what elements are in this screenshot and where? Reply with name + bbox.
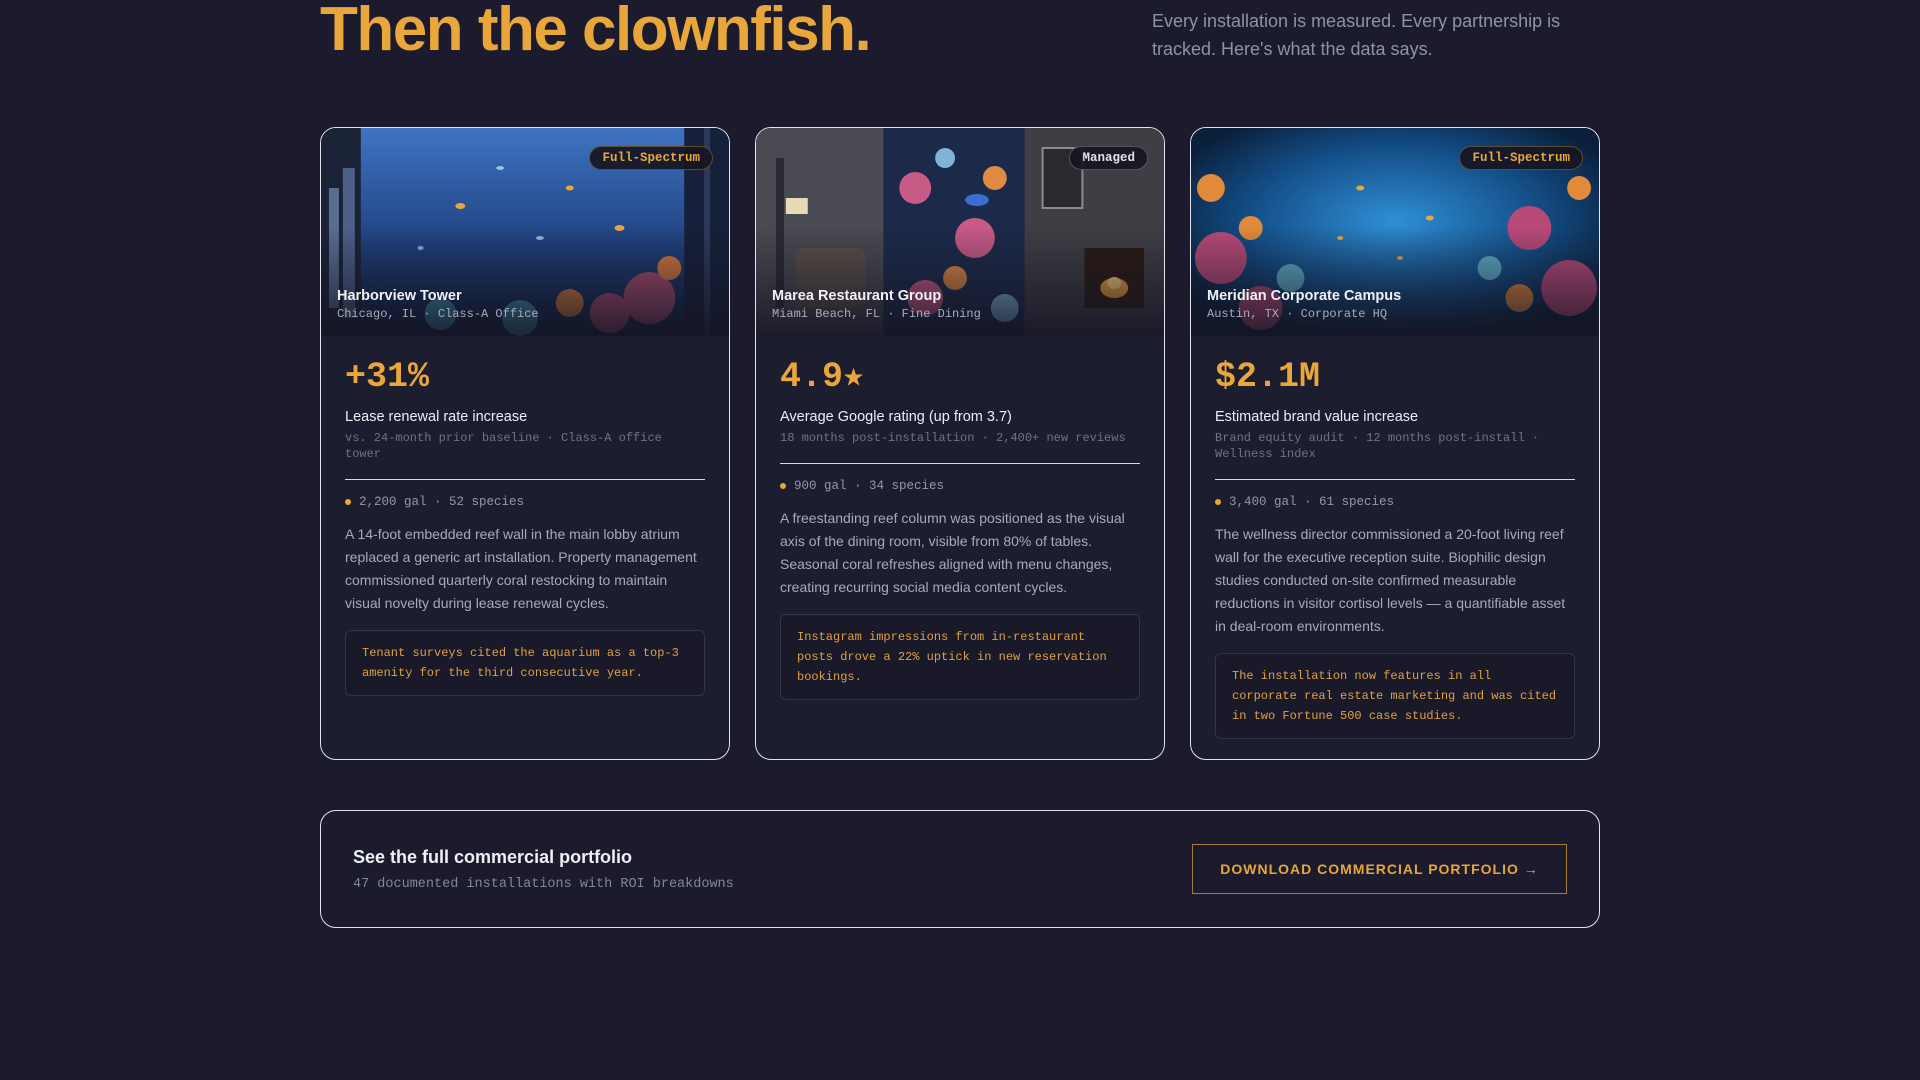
case-card-meridian[interactable]: Full-Spectrum Meridian Corporate Campus … [1190,127,1600,760]
card-location: Meridian Corporate Campus Austin, TX · C… [1207,288,1401,321]
card-media: Full-Spectrum Harborview Tower Chicago, … [321,128,729,336]
download-portfolio-button[interactable]: DOWNLOAD COMMERCIAL PORTFOLIO → [1192,844,1567,894]
case-description: A freestanding reef column was positione… [780,510,1125,595]
result-callout: The installation now features in all cor… [1215,653,1575,739]
result-callout: Tenant surveys cited the aquarium as a t… [345,630,705,696]
client-name: Marea Restaurant Group [772,288,942,304]
result-callout: Instagram impressions from in-restaurant… [780,614,1140,700]
stat-label: Average Google rating (up from 3.7) [780,408,1012,425]
section-intro: Every installation is measured. Every pa… [1152,11,1561,59]
card-body: 4.9★ Average Google rating (up from 3.7)… [756,336,1164,700]
client-name: Harborview Tower [337,288,462,304]
cta-title: See the full commercial portfolio [353,847,633,867]
headline-stat: +31% [345,357,430,397]
divider [345,478,705,480]
section-headline: Then the clownfish. [320,0,872,64]
card-body: +31% Lease renewal rate increase vs. 24-… [321,336,729,696]
case-description: The wellness director commissioned a 20-… [1215,526,1566,634]
stat-sublabel: Brand equity audit · 12 months post-inst… [1215,430,1540,461]
bullet-dot-icon [780,483,786,489]
card-location: Marea Restaurant Group Miami Beach, FL ·… [772,288,981,321]
tank-specs: 2,200 gal · 52 species [345,495,705,509]
portfolio-cta-panel: See the full commercial portfolio 47 doc… [320,810,1600,928]
card-media: Managed Marea Restaurant Group Miami Bea… [756,128,1164,336]
client-name: Meridian Corporate Campus [1207,288,1402,304]
case-studies-section: Then the clownfish. Every installation i… [320,0,1600,1080]
client-meta: Miami Beach, FL · Fine Dining [772,307,981,321]
tank-specs: 900 gal · 34 species [780,479,1140,493]
card-body: $2.1M Estimated brand value increase Bra… [1191,336,1599,739]
divider [1215,478,1575,480]
tank-specs-text: 3,400 gal · 61 species [1229,495,1395,509]
bullet-dot-icon [345,499,351,505]
tier-badge: Full-Spectrum [589,146,713,170]
stat-sublabel: vs. 24-month prior baseline · Class-A of… [345,430,662,461]
case-card-harborview[interactable]: Full-Spectrum Harborview Tower Chicago, … [320,127,730,760]
case-description: A 14-foot embedded reef wall in the main… [345,526,697,611]
tank-specs-text: 2,200 gal · 52 species [359,495,525,509]
cta-subtitle: 47 documented installations with ROI bre… [353,877,734,892]
case-study-cards: Full-Spectrum Harborview Tower Chicago, … [320,127,1600,762]
tank-specs-text: 900 gal · 34 species [794,479,945,493]
stat-label: Estimated brand value increase [1215,408,1419,425]
tier-badge: Full-Spectrum [1459,146,1583,170]
headline-stat: 4.9★ [780,357,865,397]
card-location: Harborview Tower Chicago, IL · Class-A O… [337,288,539,321]
client-meta: Austin, TX · Corporate HQ [1207,307,1388,321]
divider [780,462,1140,464]
headline-stat: $2.1M [1215,357,1321,397]
tier-badge: Managed [1069,146,1148,170]
client-meta: Chicago, IL · Class-A Office [337,307,539,321]
stat-label: Lease renewal rate increase [345,408,528,425]
card-media: Full-Spectrum Meridian Corporate Campus … [1191,128,1599,336]
bullet-dot-icon [1215,499,1221,505]
tank-specs: 3,400 gal · 61 species [1215,495,1575,509]
case-card-marea[interactable]: Managed Marea Restaurant Group Miami Bea… [755,127,1165,760]
stat-sublabel: 18 months post-installation · 2,400+ new… [780,430,1126,445]
